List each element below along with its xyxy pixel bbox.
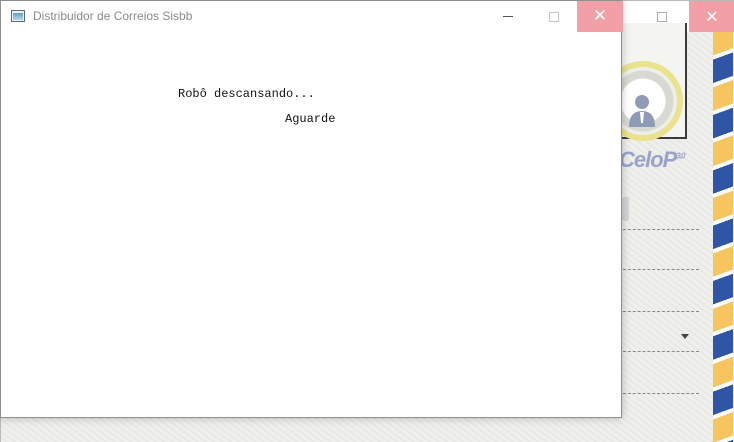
- airmail-border-stripes: [713, 32, 733, 442]
- background-close-button[interactable]: ✕: [689, 1, 734, 32]
- status-message: Robô descansando...: [178, 87, 315, 101]
- maximize-button[interactable]: [531, 1, 577, 32]
- form-field-line[interactable]: [623, 393, 699, 394]
- minimize-button[interactable]: [485, 1, 531, 32]
- window-title: Distribuidor de Correios Sisbb: [33, 9, 193, 23]
- window-content: Robô descansando... Aguarde: [1, 32, 621, 417]
- form-field-line[interactable]: [623, 269, 699, 270]
- form-field-line[interactable]: [623, 351, 699, 352]
- form-button-edge[interactable]: [622, 197, 629, 221]
- chevron-down-icon[interactable]: [681, 334, 689, 339]
- close-icon: ✕: [592, 6, 608, 26]
- titlebar[interactable]: Distribuidor de Correios Sisbb ✕: [1, 1, 623, 32]
- logo-text: CeloP: [619, 147, 677, 172]
- minimize-icon: [503, 16, 513, 17]
- person-icon: [629, 95, 655, 127]
- maximize-icon: [549, 11, 559, 22]
- close-icon: ✕: [705, 8, 719, 26]
- main-window: Distribuidor de Correios Sisbb ✕ Robô de…: [0, 0, 623, 418]
- wait-message: Aguarde: [285, 112, 336, 126]
- close-button[interactable]: ✕: [577, 1, 623, 32]
- form-field-line[interactable]: [623, 311, 699, 312]
- maximize-icon: [657, 11, 667, 22]
- logo: CeloP3.0: [619, 147, 686, 173]
- form-field-line[interactable]: [623, 229, 699, 230]
- screen: ✕ CeloP3.0 Distribuidor de Correios Sisb…: [0, 0, 734, 442]
- logo-version: 3.0: [676, 151, 685, 161]
- app-window-icon: [11, 10, 25, 22]
